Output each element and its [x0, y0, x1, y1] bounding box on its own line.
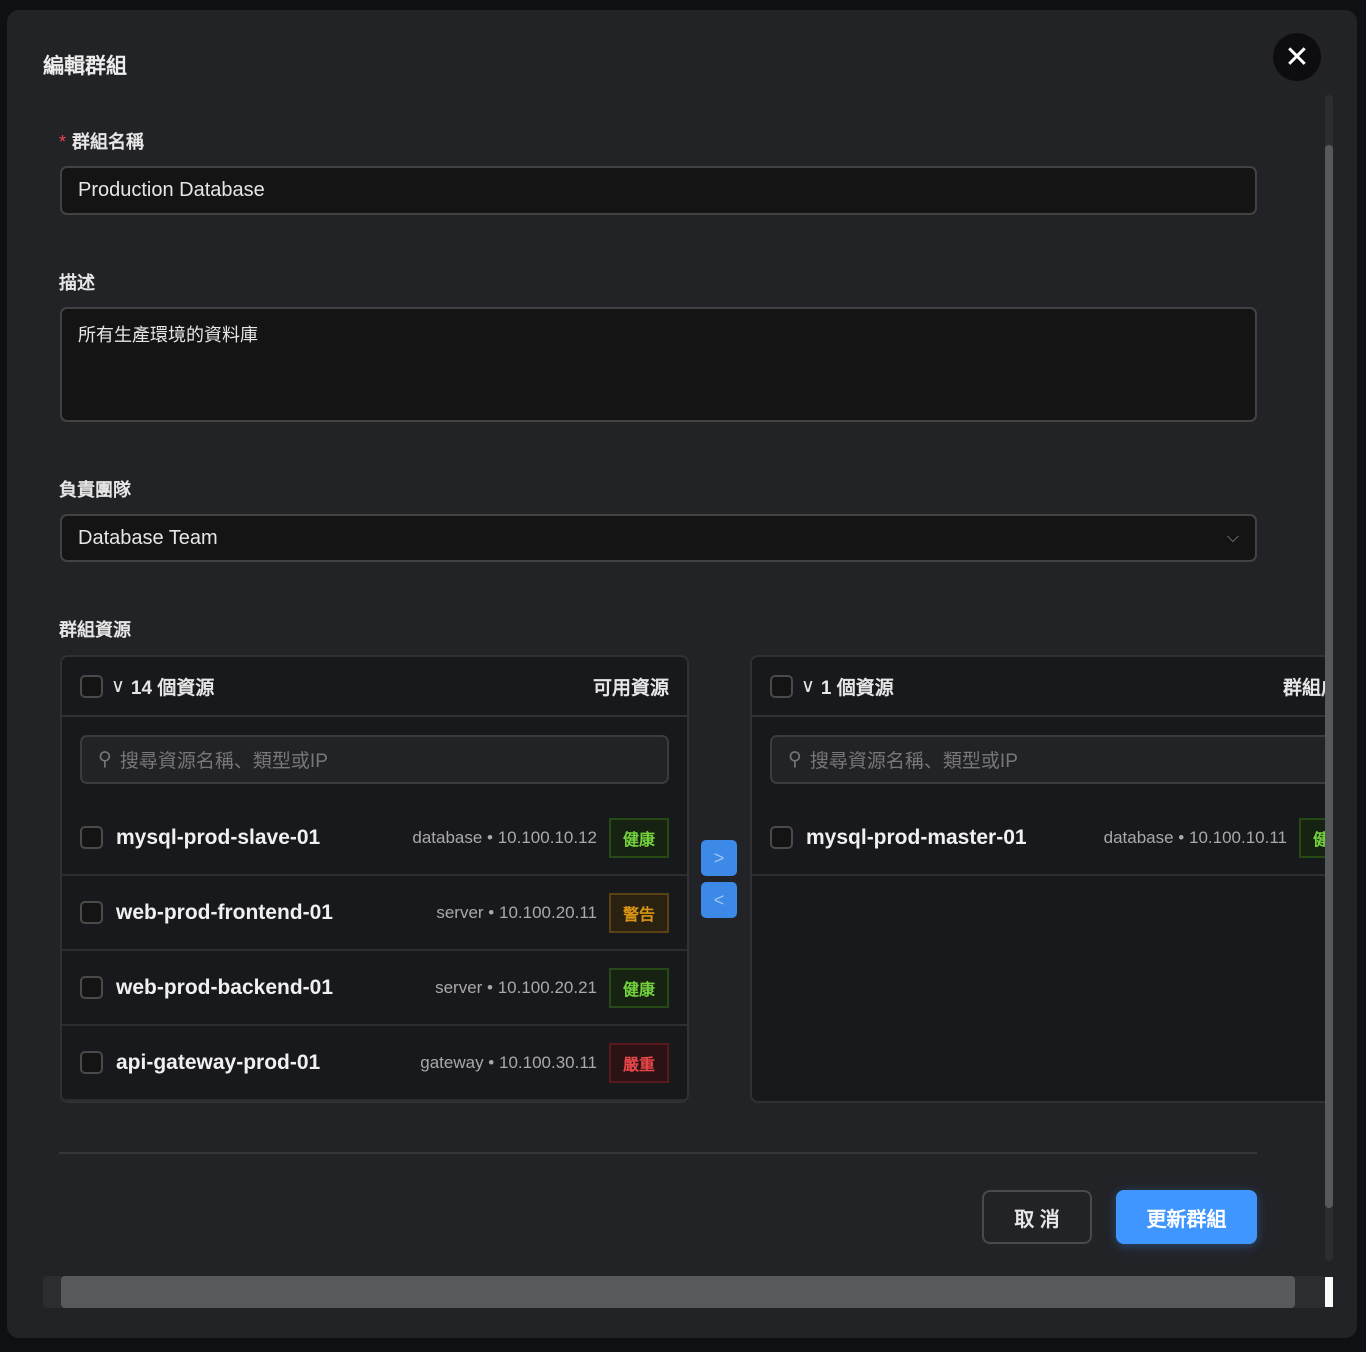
- resource-name: web-prod-frontend-01: [116, 900, 333, 924]
- vertical-scrollbar[interactable]: [1325, 95, 1333, 1261]
- panel-title: 可用資源: [592, 677, 669, 699]
- resource-meta: database • 10.100.10.11: [1103, 827, 1287, 847]
- move-left-button[interactable]: <: [701, 882, 737, 918]
- group-members-panel: ∨1 個資源 群組成員 ⚲搜尋資源名稱、類型或IP mysql-prod-mast…: [750, 655, 1325, 1103]
- edit-group-dialog: 編輯群組 ✕ * 群組名稱 Production Database 描述 所有生產…: [7, 10, 1357, 1338]
- resource-meta: server • 10.100.20.21: [435, 977, 597, 997]
- resource-row[interactable]: mysql-prod-master-01 database • 10.100.1…: [752, 801, 1325, 876]
- search-input[interactable]: ⚲ 搜尋資源名稱、類型或IP: [80, 735, 669, 784]
- resource-meta: server • 10.100.20.11: [436, 902, 597, 922]
- search-icon: ⚲: [98, 749, 112, 770]
- team-select[interactable]: Database Team ⌵: [60, 514, 1257, 562]
- scrollbar-thumb[interactable]: [1325, 145, 1333, 1208]
- status-badge: 健康: [1298, 817, 1325, 858]
- dialog-title: 編輯群組: [43, 55, 127, 78]
- status-badge: 嚴重: [608, 1042, 669, 1083]
- resource-row[interactable]: mysql-prod-slave-01 database • 10.100.10…: [62, 801, 687, 876]
- divider: [59, 1152, 1257, 1154]
- horizontal-scrollbar[interactable]: [43, 1276, 1325, 1308]
- resource-count: 1 個資源: [820, 677, 894, 699]
- scrollbar-thumb[interactable]: [61, 1276, 1295, 1308]
- search-icon: ⚲: [788, 749, 802, 770]
- select-all-checkbox[interactable]: [770, 674, 793, 698]
- row-checkbox[interactable]: [80, 976, 103, 999]
- row-checkbox[interactable]: [770, 826, 793, 849]
- resource-meta: database • 10.100.10.12: [412, 827, 597, 847]
- group-name-input[interactable]: Production Database: [60, 166, 1257, 215]
- available-resources-panel: ∨ 14 個資源 可用資源 ⚲ 搜尋資源名稱、類型或IP mysql-prod-sla…: [60, 655, 689, 1103]
- resource-name: mysql-prod-slave-01: [116, 825, 321, 849]
- row-checkbox[interactable]: [80, 901, 103, 924]
- row-checkbox[interactable]: [80, 826, 103, 849]
- resources-label: 群組資源: [59, 620, 131, 640]
- submit-button[interactable]: 更新群組: [1116, 1190, 1257, 1244]
- status-badge: 警告: [608, 892, 669, 933]
- close-icon: ✕: [1284, 40, 1310, 74]
- resource-row[interactable]: api-gateway-prod-01 gateway • 10.100.30.…: [62, 1026, 687, 1101]
- resource-count: 14 個資源: [130, 677, 215, 699]
- status-badge: 健康: [608, 967, 669, 1008]
- resource-row[interactable]: web-prod-frontend-01 server • 10.100.20.…: [62, 876, 687, 951]
- resource-row[interactable]: web-prod-backend-01 server • 10.100.20.2…: [62, 951, 687, 1026]
- status-badge: 健康: [608, 817, 669, 858]
- resource-name: mysql-prod-master-01: [806, 825, 1027, 849]
- chevron-down-icon[interactable]: ∨: [801, 675, 815, 698]
- resource-meta: gateway • 10.100.30.11: [420, 1052, 597, 1072]
- description-label: 描述: [59, 273, 95, 293]
- search-input[interactable]: ⚲ 搜尋資源名稱、類型或IP: [770, 735, 1325, 784]
- team-label: 負責團隊: [59, 480, 131, 500]
- scrollbar-corner: [1325, 1277, 1333, 1307]
- resource-name: api-gateway-prod-01: [116, 1050, 321, 1074]
- select-all-checkbox[interactable]: [80, 674, 103, 698]
- chevron-down-icon: ⌵: [1226, 529, 1239, 546]
- close-button[interactable]: ✕: [1273, 33, 1321, 81]
- move-right-button[interactable]: >: [701, 840, 737, 876]
- chevron-down-icon[interactable]: ∨: [111, 675, 125, 698]
- panel-title: 群組成員: [1282, 677, 1325, 699]
- group-name-label: * 群組名稱: [59, 132, 145, 152]
- description-textarea[interactable]: 所有生產環境的資料庫: [60, 307, 1257, 422]
- resource-name: web-prod-backend-01: [116, 975, 334, 999]
- row-checkbox[interactable]: [80, 1051, 103, 1074]
- cancel-button[interactable]: 取 消: [982, 1190, 1092, 1244]
